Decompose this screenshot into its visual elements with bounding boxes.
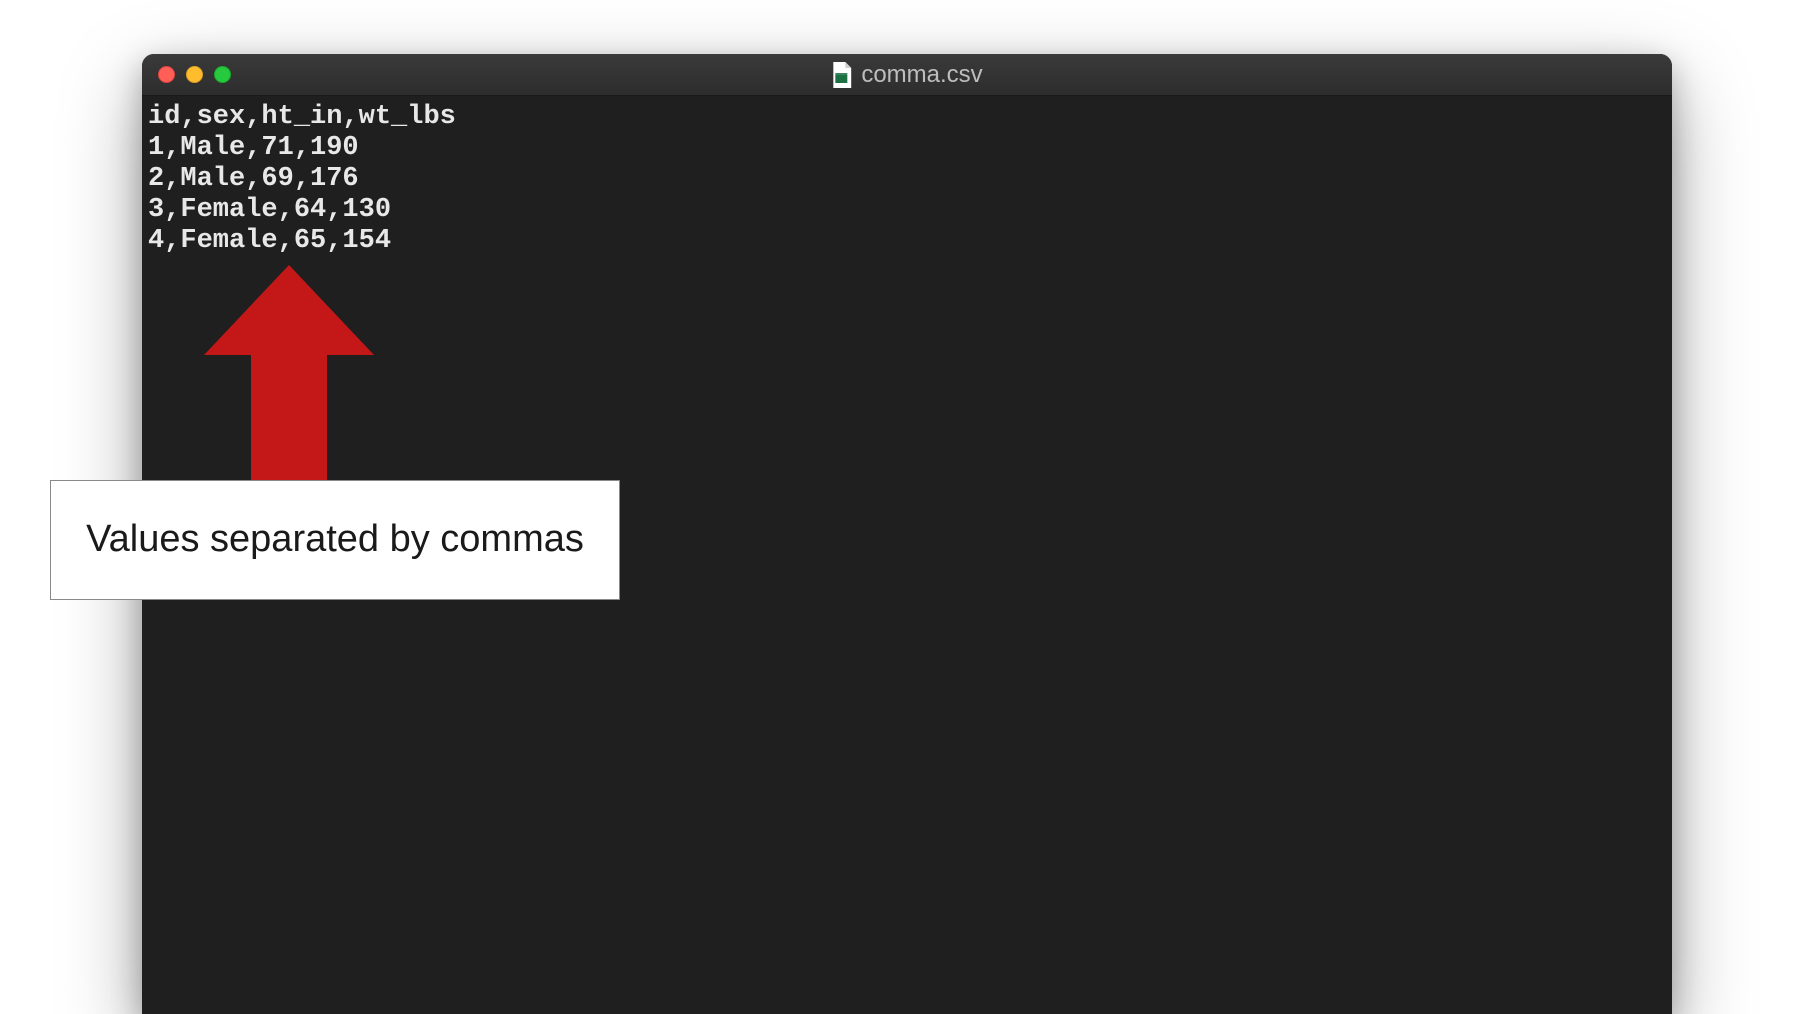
csv-line: 3,Female,64,130: [148, 195, 391, 225]
title-area: comma.csv: [831, 61, 982, 89]
traffic-lights: [158, 66, 231, 83]
titlebar: comma.csv: [142, 54, 1672, 96]
annotation-box: Values separated by commas: [50, 480, 620, 600]
maximize-icon[interactable]: [214, 66, 231, 83]
close-icon[interactable]: [158, 66, 175, 83]
csv-line: 1,Male,71,190: [148, 133, 359, 163]
window-title: comma.csv: [861, 61, 982, 89]
csv-file-icon: [831, 62, 851, 88]
csv-line: 2,Male,69,176: [148, 164, 359, 194]
csv-line: id,sex,ht_in,wt_lbs: [148, 102, 456, 132]
file-content[interactable]: id,sex,ht_in,wt_lbs 1,Male,71,190 2,Male…: [142, 96, 1672, 263]
minimize-icon[interactable]: [186, 66, 203, 83]
csv-line: 4,Female,65,154: [148, 226, 391, 256]
annotation-text: Values separated by commas: [86, 516, 584, 564]
